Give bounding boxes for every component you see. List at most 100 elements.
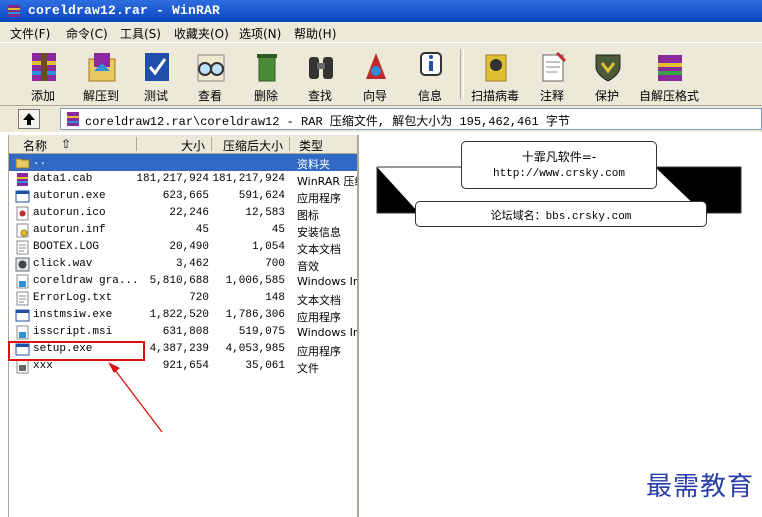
menu-tools[interactable]: 工具(S) bbox=[120, 25, 161, 42]
toolbar: 添加 解压到 测试 查看 删除 查找 向导 信息 扫描病毒 注释 保护 自解压格… bbox=[0, 42, 762, 106]
file-row[interactable]: data1.cab 181,217,924 181,217,924 WinRAR… bbox=[9, 171, 357, 188]
file-row[interactable]: autorun.ico 22,246 12,583 图标 bbox=[9, 205, 357, 222]
column-divider[interactable] bbox=[136, 137, 137, 151]
file-row[interactable]: autorun.inf 45 45 安装信息 bbox=[9, 222, 357, 239]
file-size: 3,462 bbox=[175, 258, 209, 270]
text-file-icon bbox=[16, 291, 29, 306]
menu-favorites[interactable]: 收藏夹(O) bbox=[174, 25, 229, 42]
file-packed: 12,583 bbox=[245, 207, 285, 219]
file-type: 文件 bbox=[297, 362, 319, 375]
column-header-name[interactable]: 名称 bbox=[23, 137, 47, 154]
file-type: 资料夹 bbox=[297, 158, 330, 171]
column-divider[interactable] bbox=[289, 137, 290, 151]
file-name: ErrorLog.txt bbox=[33, 292, 113, 304]
menu-file[interactable]: 文件(F) bbox=[10, 25, 50, 42]
file-packed: 181,217,924 bbox=[212, 173, 285, 185]
winrar-app-icon bbox=[8, 5, 20, 17]
file-size: 45 bbox=[195, 224, 209, 236]
extract-to-label: 解压到 bbox=[82, 89, 119, 103]
file-name: isscript.msi bbox=[33, 326, 113, 338]
exe-icon bbox=[15, 190, 30, 203]
find-label: 查找 bbox=[307, 89, 332, 103]
file-name: BOOTEX.LOG bbox=[33, 241, 100, 253]
comment-notepad-icon bbox=[542, 51, 567, 82]
title-bar: coreldraw12.rar - WinRAR bbox=[0, 0, 762, 22]
file-packed: 519,075 bbox=[238, 326, 285, 338]
view-label: 查看 bbox=[197, 89, 222, 103]
file-row[interactable]: autorun.exe 623,665 591,624 应用程序 bbox=[9, 188, 357, 205]
address-bar: coreldraw12.rar\coreldraw12 - RAR 压缩文件, … bbox=[0, 106, 762, 132]
file-size: 631,808 bbox=[162, 326, 209, 338]
find-button[interactable]: 查找 bbox=[291, 45, 349, 103]
column-header-packed[interactable]: 压缩后大小 bbox=[223, 137, 283, 154]
sfx-archive-icon bbox=[658, 55, 682, 81]
info-label: 信息 bbox=[417, 89, 442, 103]
column-divider[interactable] bbox=[211, 137, 212, 151]
file-packed: 1,054 bbox=[251, 241, 285, 253]
file-name: autorun.inf bbox=[33, 224, 106, 236]
up-arrow-icon bbox=[23, 113, 35, 125]
file-list: 名称 ⇧ 大小 压缩后大小 类型 .. 资料夹 data1.cab 181,21… bbox=[8, 135, 358, 517]
path-field[interactable]: coreldraw12.rar\coreldraw12 - RAR 压缩文件, … bbox=[60, 108, 762, 130]
folder-up-icon bbox=[15, 158, 30, 169]
view-button[interactable]: 查看 bbox=[181, 45, 239, 103]
comment-button[interactable]: 注释 bbox=[523, 45, 581, 103]
file-row[interactable]: instmsiw.exe 1,822,520 1,786,306 应用程序 bbox=[9, 307, 357, 324]
generic-file-icon bbox=[16, 359, 29, 374]
file-type: 文本文档 bbox=[297, 294, 341, 307]
sfx-label: 自解压格式 bbox=[638, 89, 699, 103]
column-header-size[interactable]: 大小 bbox=[181, 137, 205, 154]
file-size: 20,490 bbox=[169, 241, 209, 253]
info-button[interactable]: 信息 bbox=[401, 45, 459, 103]
comment-banner-box: 十霏凡软件=- http://www.crsky.com bbox=[461, 141, 657, 189]
file-row-parent[interactable]: .. 资料夹 bbox=[9, 154, 357, 171]
file-row[interactable]: BOOTEX.LOG 20,490 1,054 文本文档 bbox=[9, 239, 357, 256]
file-size: 720 bbox=[189, 292, 209, 304]
menu-help[interactable]: 帮助(H) bbox=[294, 25, 336, 42]
extract-to-button[interactable]: 解压到 bbox=[72, 45, 130, 103]
file-size: 4,387,239 bbox=[149, 343, 209, 355]
window-title: coreldraw12.rar - WinRAR bbox=[28, 3, 221, 18]
file-name: coreldraw gra... bbox=[33, 275, 137, 287]
binoculars-icon bbox=[309, 57, 333, 79]
test-button[interactable]: 测试 bbox=[127, 45, 185, 103]
protect-button[interactable]: 保护 bbox=[578, 45, 636, 103]
delete-button[interactable]: 删除 bbox=[237, 45, 295, 103]
virus-scan-label: 扫描病毒 bbox=[470, 89, 519, 103]
delete-label: 删除 bbox=[253, 89, 278, 103]
add-button[interactable]: 添加 bbox=[14, 45, 72, 103]
path-text: coreldraw12.rar\coreldraw12 - RAR 压缩文件, … bbox=[85, 115, 570, 129]
wizard-button[interactable]: 向导 bbox=[346, 45, 404, 103]
file-packed: 45 bbox=[271, 224, 285, 236]
file-row[interactable]: coreldraw gra... 5,810,688 1,006,585 Win… bbox=[9, 273, 357, 290]
file-row[interactable]: click.wav 3,462 700 音效 bbox=[9, 256, 357, 273]
up-folder-button[interactable] bbox=[18, 109, 40, 129]
file-name: .. bbox=[33, 156, 47, 168]
menu-commands[interactable]: 命令(C) bbox=[66, 25, 108, 42]
comment-pane: 十霏凡软件=- http://www.crsky.com 论坛域名：bbs.cr… bbox=[358, 135, 762, 517]
column-header-type[interactable]: 类型 bbox=[299, 137, 323, 154]
menu-options[interactable]: 选项(N) bbox=[239, 25, 281, 42]
file-packed: 4,053,985 bbox=[225, 343, 285, 355]
wizard-icon bbox=[366, 53, 386, 79]
protect-label: 保护 bbox=[594, 89, 619, 103]
file-type: Windows In bbox=[297, 275, 357, 288]
sfx-button[interactable]: 自解压格式 bbox=[639, 45, 699, 103]
test-label: 测试 bbox=[143, 89, 168, 103]
file-packed: 1,006,585 bbox=[225, 275, 285, 287]
text-file-icon bbox=[16, 240, 29, 255]
add-archive-icon bbox=[32, 53, 56, 81]
file-name: instmsiw.exe bbox=[33, 309, 113, 321]
file-size: 1,822,520 bbox=[149, 309, 209, 321]
file-row[interactable]: isscript.msi 631,808 519,075 Windows In bbox=[9, 324, 357, 341]
file-size: 181,217,924 bbox=[136, 173, 209, 185]
file-type: 文本文档 bbox=[297, 243, 341, 256]
menu-bar: 文件(F) 命令(C) 工具(S) 收藏夹(O) 选项(N) 帮助(H) bbox=[0, 22, 762, 42]
file-row[interactable]: ErrorLog.txt 720 148 文本文档 bbox=[9, 290, 357, 307]
view-glasses-icon bbox=[197, 54, 225, 82]
shield-icon bbox=[595, 54, 621, 82]
file-size: 5,810,688 bbox=[149, 275, 209, 287]
virus-scan-button[interactable]: 扫描病毒 bbox=[466, 45, 524, 103]
rar-archive-icon bbox=[67, 112, 79, 126]
inf-file-icon bbox=[16, 223, 29, 238]
